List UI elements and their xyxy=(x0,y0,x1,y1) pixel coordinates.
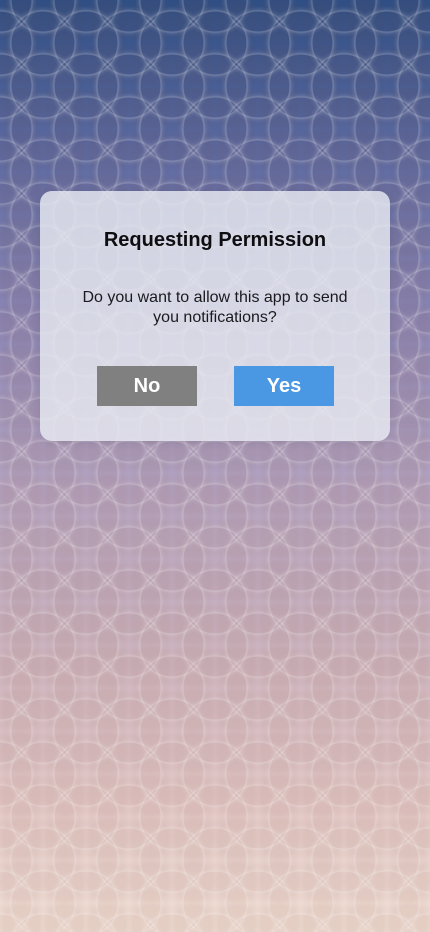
wallpaper-background xyxy=(0,0,430,932)
dialog-message: Do you want to allow this app to send yo… xyxy=(82,289,348,326)
screen: Requesting Permission Do you want to all… xyxy=(0,0,430,932)
yes-button[interactable]: Yes xyxy=(234,366,334,406)
permission-dialog: Requesting Permission Do you want to all… xyxy=(40,191,390,441)
no-button[interactable]: No xyxy=(97,366,197,406)
dialog-title: Requesting Permission xyxy=(103,229,327,251)
